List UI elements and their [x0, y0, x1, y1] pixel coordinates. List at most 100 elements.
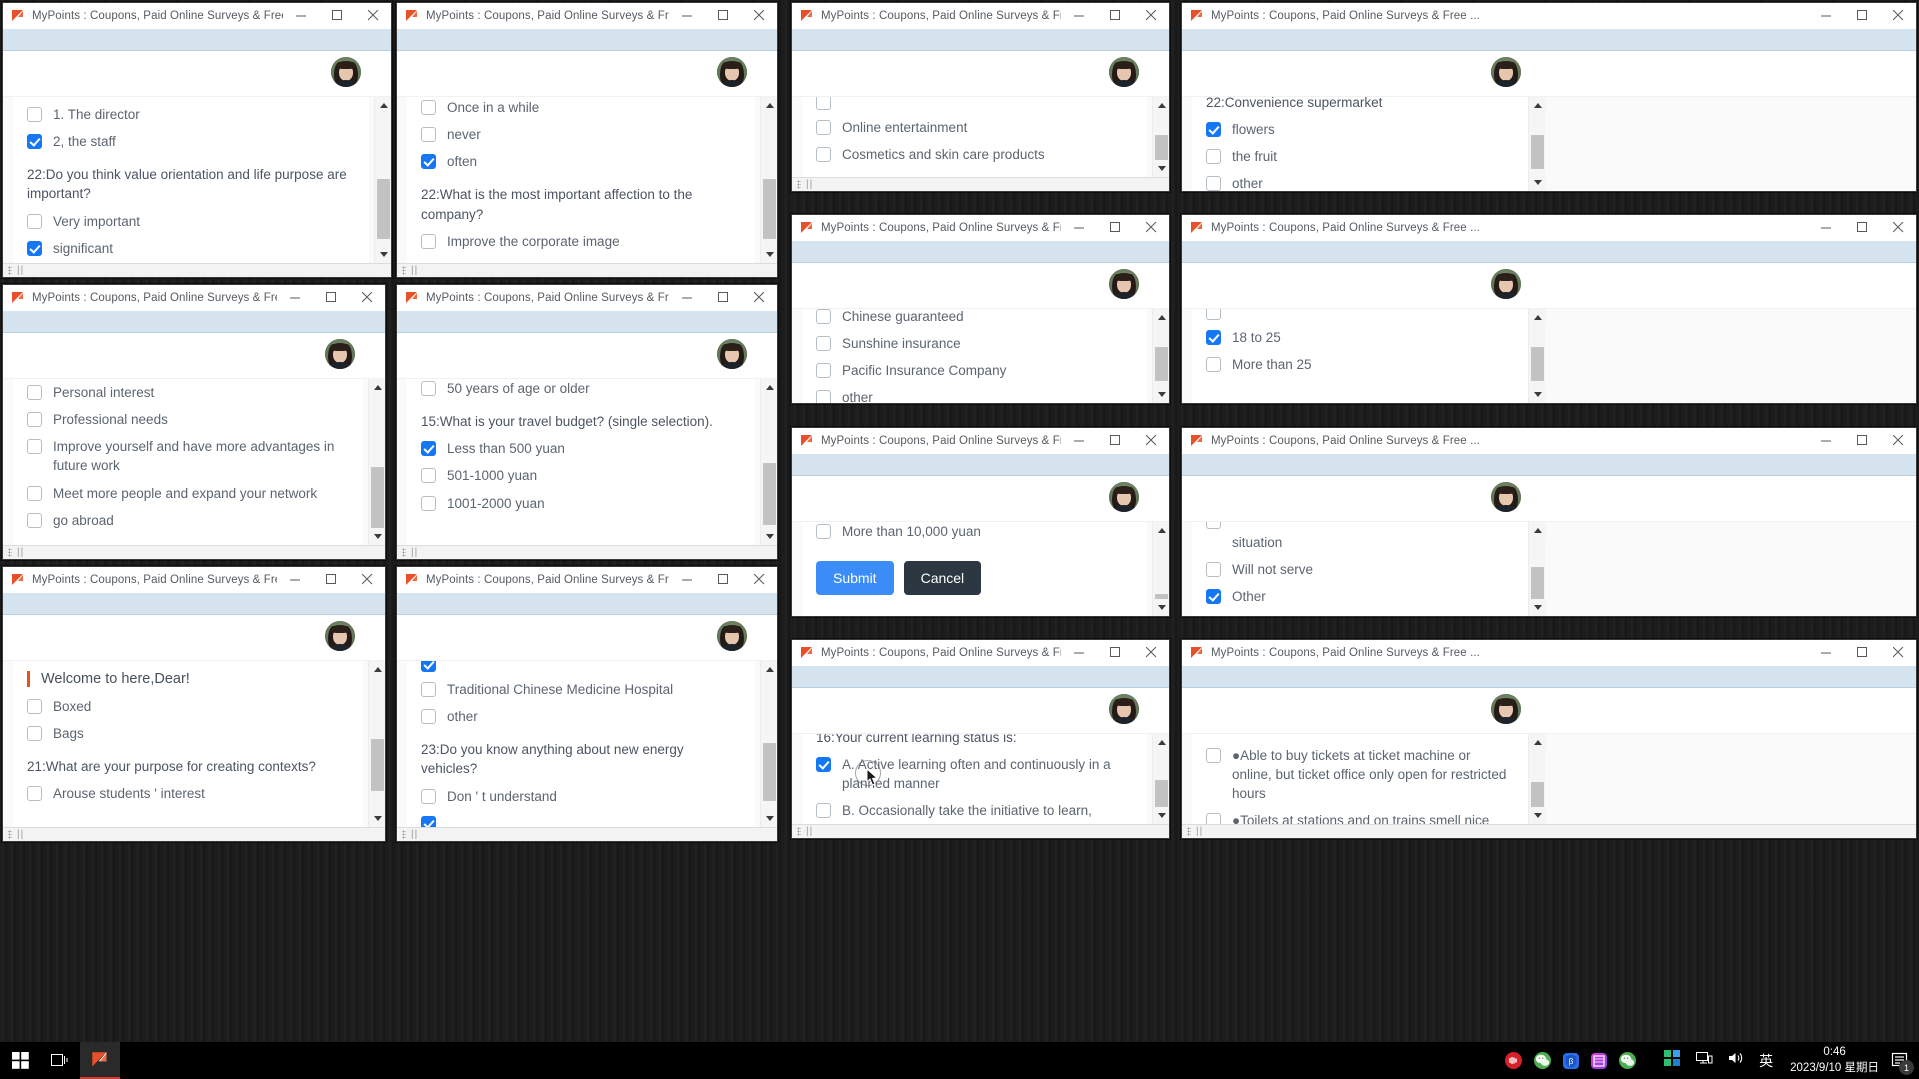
close-button[interactable]: [349, 567, 385, 593]
title-bar[interactable]: MyPoints : Coupons, Paid Online Surveys …: [792, 215, 1169, 241]
browser-toolbar[interactable]: [3, 593, 385, 615]
checkbox-icon[interactable]: [816, 309, 831, 324]
checkbox-icon[interactable]: [421, 468, 436, 484]
close-button[interactable]: [741, 567, 777, 593]
maximize-button[interactable]: [1844, 428, 1880, 454]
checkbox-icon[interactable]: [1206, 309, 1221, 320]
checkbox-icon[interactable]: [816, 803, 831, 819]
scrollbar-thumb[interactable]: [1155, 347, 1168, 381]
checkbox-option[interactable]: B. Occasionally take the initiative to l…: [816, 801, 1133, 820]
checkbox-option[interactable]: Cosmetics and skin care products: [816, 145, 1133, 164]
scroll-up-icon[interactable]: [1153, 309, 1169, 326]
checkbox-icon[interactable]: [421, 441, 436, 457]
title-bar[interactable]: MyPoints : Coupons, Paid Online Surveys …: [1182, 428, 1916, 454]
scrollbar-thumb[interactable]: [763, 179, 776, 239]
scrollbar[interactable]: [1528, 734, 1546, 824]
scroll-up-icon[interactable]: [369, 379, 385, 396]
title-bar[interactable]: MyPoints : Coupons, Paid Online Surveys …: [792, 428, 1169, 454]
avatar[interactable]: [1491, 57, 1521, 87]
scrollbar-thumb[interactable]: [763, 463, 776, 525]
scroll-up-icon[interactable]: [375, 97, 391, 114]
checkbox-icon[interactable]: [27, 213, 42, 229]
scroll-up-icon[interactable]: [1529, 97, 1546, 114]
maximize-button[interactable]: [1097, 3, 1133, 29]
resize-grip-icon[interactable]: [797, 827, 801, 836]
scrollbar-thumb[interactable]: [371, 467, 384, 531]
browser-window[interactable]: MyPoints : Coupons, Paid Online Surveys …: [2, 284, 386, 560]
scrollbar[interactable]: [1152, 309, 1169, 403]
browser-toolbar[interactable]: [397, 311, 777, 333]
maximize-button[interactable]: [1097, 428, 1133, 454]
checkbox-option[interactable]: 1001-2000 yuan: [421, 494, 741, 513]
scroll-up-icon[interactable]: [1529, 734, 1546, 751]
scrollbar-thumb[interactable]: [371, 739, 384, 791]
scroll-up-icon[interactable]: [369, 661, 385, 678]
maximize-button[interactable]: [1097, 640, 1133, 666]
clock[interactable]: 0:46 2023/9/10 星期日: [1790, 1045, 1879, 1076]
checkbox-option[interactable]: ●Able to buy tickets at ticket machine o…: [1206, 746, 1514, 803]
avatar[interactable]: [717, 621, 747, 651]
browser-window[interactable]: MyPoints : Coupons, Paid Online Surveys …: [1181, 427, 1917, 617]
checkbox-option[interactable]: Once in a while: [421, 98, 741, 117]
close-button[interactable]: [1880, 215, 1916, 241]
avatar[interactable]: [1109, 694, 1139, 724]
minimize-button[interactable]: [1061, 3, 1097, 29]
checkbox-icon[interactable]: [421, 495, 436, 511]
checkbox-option[interactable]: ●Toilets at stations and on trains smell…: [1206, 811, 1514, 824]
browser-toolbar[interactable]: [792, 241, 1169, 263]
checkbox-icon[interactable]: [816, 336, 831, 352]
checkbox-option[interactable]: Online entertainment: [816, 118, 1133, 137]
maximize-button[interactable]: [313, 285, 349, 311]
task-view-button[interactable]: [40, 1042, 80, 1079]
scroll-down-icon[interactable]: [1153, 386, 1169, 403]
title-bar[interactable]: MyPoints : Coupons, Paid Online Surveys …: [1182, 3, 1916, 29]
checkbox-option[interactable]: Meet more people and expand your network: [27, 484, 349, 503]
scroll-down-icon[interactable]: [369, 528, 385, 545]
browser-toolbar[interactable]: [1182, 454, 1916, 476]
browser-toolbar[interactable]: [1182, 29, 1916, 51]
checkbox-icon[interactable]: [27, 699, 42, 714]
title-bar[interactable]: MyPoints : Coupons, Paid Online Surveys …: [3, 285, 385, 311]
maximize-button[interactable]: [705, 567, 741, 593]
checkbox-option[interactable]: Other: [1206, 587, 1514, 606]
close-button[interactable]: [1133, 640, 1169, 666]
checkbox-icon[interactable]: [816, 757, 831, 773]
scrollbar-thumb[interactable]: [1531, 135, 1544, 169]
checkbox-icon[interactable]: [27, 439, 42, 455]
close-button[interactable]: [1133, 215, 1169, 241]
browser-toolbar[interactable]: [3, 29, 391, 51]
maximize-button[interactable]: [1844, 640, 1880, 666]
checkbox-option[interactable]: Less than 500 yuan: [421, 439, 741, 458]
maximize-button[interactable]: [313, 567, 349, 593]
scrollbar[interactable]: [1528, 97, 1546, 191]
resize-grip-icon[interactable]: [1187, 827, 1191, 836]
checkbox-option[interactable]: other: [1206, 174, 1514, 191]
checkbox-option[interactable]: More than 25: [1206, 355, 1514, 374]
checkbox-icon[interactable]: [1206, 330, 1221, 345]
checkbox-option[interactable]: [816, 97, 1133, 110]
scroll-down-icon[interactable]: [1529, 807, 1546, 824]
browser-window[interactable]: MyPoints : Coupons, Paid Online Surveys …: [396, 284, 778, 560]
avatar[interactable]: [1491, 694, 1521, 724]
scrollbar[interactable]: [1152, 522, 1169, 616]
browser-window[interactable]: MyPoints : Coupons, Paid Online Surveys …: [1181, 2, 1917, 192]
submit-button[interactable]: Submit: [816, 561, 894, 596]
checkbox-option[interactable]: Will not serve: [1206, 560, 1514, 579]
scrollbar[interactable]: [760, 97, 777, 263]
avatar[interactable]: [1109, 269, 1139, 299]
start-button[interactable]: [0, 1042, 40, 1079]
checkbox-icon[interactable]: [27, 240, 42, 256]
checkbox-icon[interactable]: [421, 100, 436, 115]
browser-window[interactable]: MyPoints : Coupons, Paid Online Surveys …: [1181, 639, 1917, 839]
scrollbar-thumb[interactable]: [763, 743, 776, 801]
checkbox-option[interactable]: Boxed: [27, 697, 349, 716]
scroll-up-icon[interactable]: [1153, 734, 1169, 751]
checkbox-icon[interactable]: [1206, 522, 1221, 529]
scroll-up-icon[interactable]: [1529, 522, 1546, 539]
qq-icon[interactable]: [1663, 1049, 1681, 1072]
avatar[interactable]: [717, 57, 747, 87]
checkbox-icon[interactable]: [1206, 176, 1221, 191]
checkbox-icon[interactable]: [27, 726, 42, 742]
minimize-button[interactable]: [1808, 640, 1844, 666]
notification-center-button[interactable]: 1: [1887, 1042, 1914, 1079]
